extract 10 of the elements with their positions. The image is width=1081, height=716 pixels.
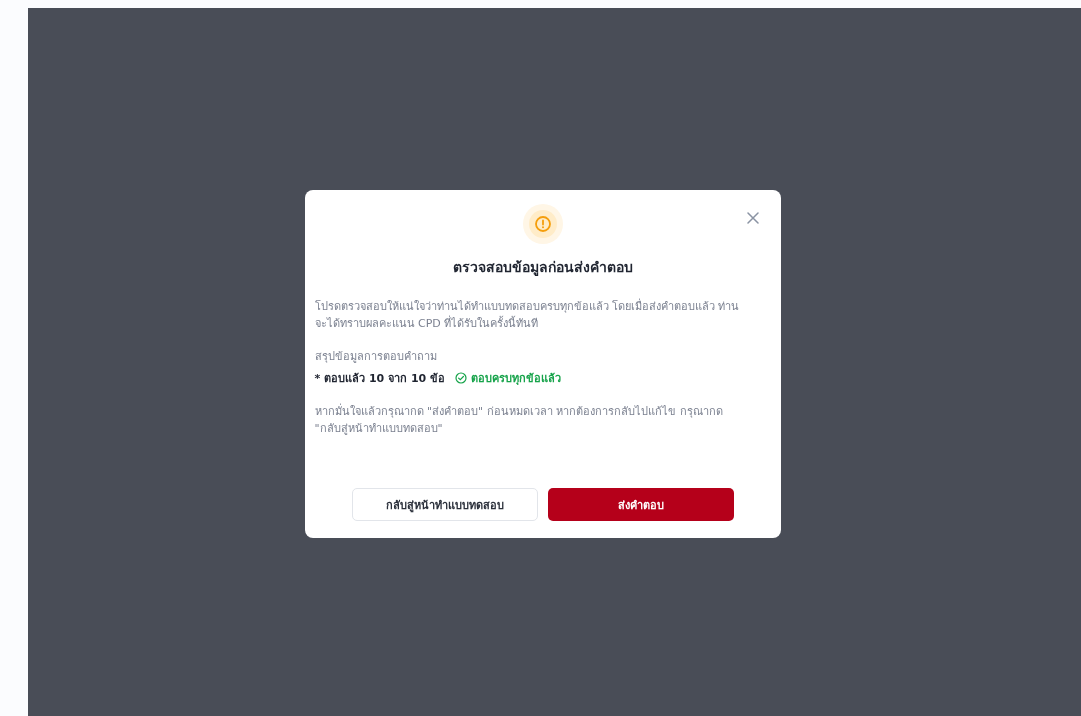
status-text: ตอบครบทุกข้อแล้ว: [471, 371, 561, 387]
dialog-title: ตรวจสอบข้อมูลก่อนส่งคำตอบ: [452, 258, 633, 278]
answered-count: * ตอบแล้ว 10 จาก 10 ข้อ: [314, 371, 445, 387]
message-text: โปรดตรวจสอบให้แน่ใจว่าท่านได้ทำแบบทดสอบครบทุกข้อแล้ว โดยเมื่อส่งคำตอบแล้ว ท่านจะได้ทราบผลคะแนน CPD ที่ได้รับในครั้งนี้ทันที: [314, 298, 741, 332]
submit-button[interactable]: ส่งคำตอบ: [547, 488, 734, 521]
back-button[interactable]: กลับสู่หน้าทำแบบทดสอบ: [351, 488, 538, 521]
note-text: หากมั่นใจแล้วกรุณากด "ส่งคำตอบ" ก่อนหมดเวลา หากต้องการกลับไปแก้ไข กรุณากด "กลับสู่หน้าทำแบบทดสอบ": [314, 403, 724, 437]
close-icon[interactable]: [746, 212, 759, 224]
warning-icon: [522, 204, 563, 244]
summary-label: สรุปข้อมูลการตอบคำถาม: [314, 349, 438, 365]
